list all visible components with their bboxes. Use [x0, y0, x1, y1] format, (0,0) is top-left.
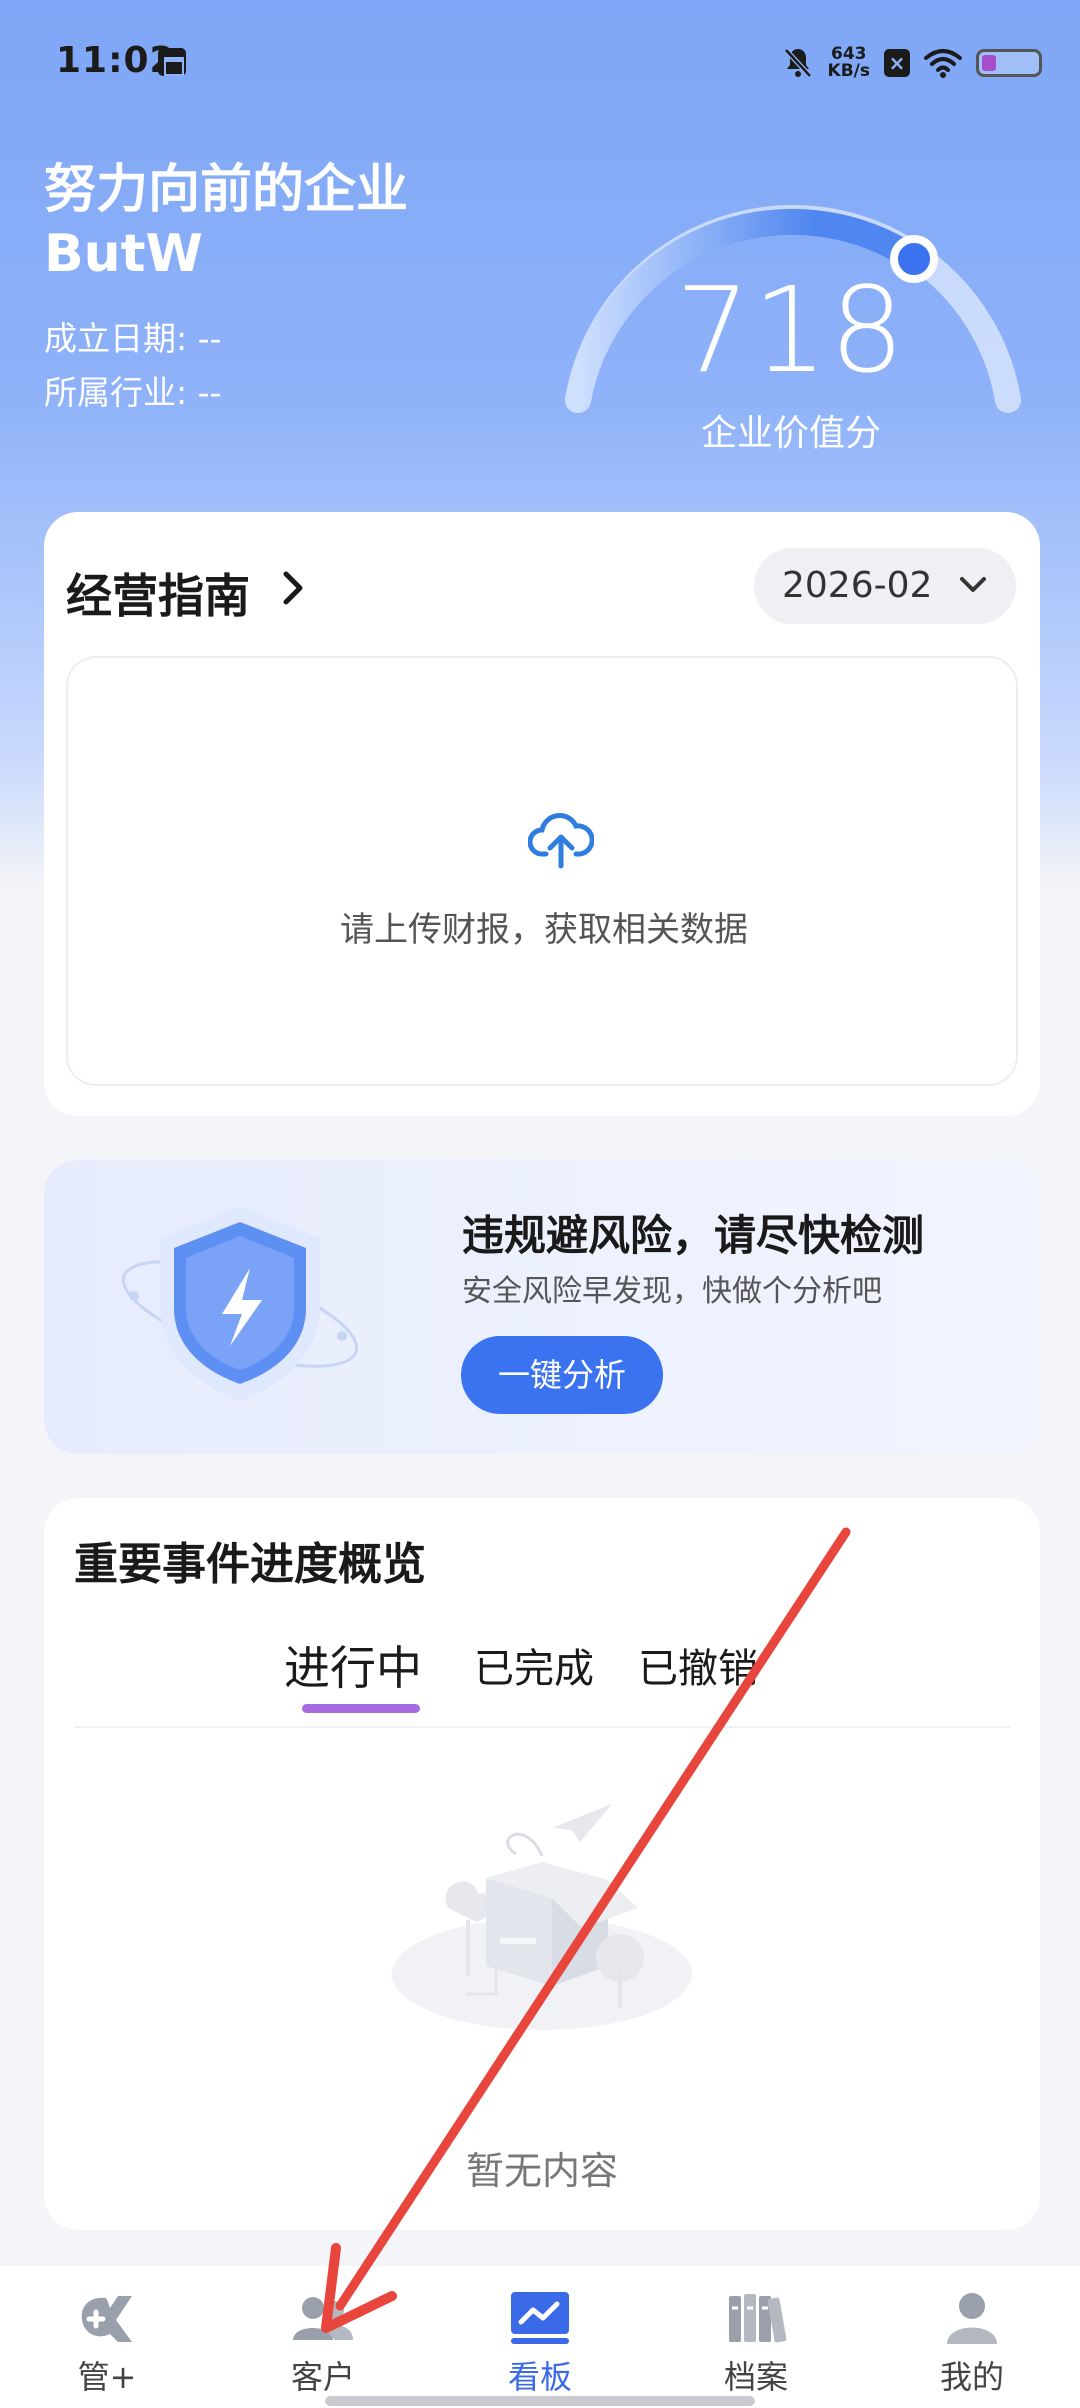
customers-icon — [293, 2297, 353, 2340]
upload-area[interactable]: 请上传财报，获取相关数据 — [66, 656, 1018, 1086]
company-name: 努力向前的企业 ButW — [44, 160, 409, 284]
founded-date: 成立日期: -- — [44, 319, 222, 358]
guide-title[interactable]: 经营指南 — [66, 560, 250, 626]
month-value: 2026-02 — [782, 565, 933, 606]
bell-muted-icon — [783, 48, 812, 78]
nav-label: 管+ — [77, 2358, 137, 2396]
business-guide-card: 经营指南 2026-02 请上传财报，获取相关数据 — [44, 512, 1040, 1116]
guan-plus-icon — [81, 2296, 132, 2342]
tab-in-progress[interactable]: 进行中 — [284, 1632, 422, 1698]
dashboard-icon — [511, 2292, 569, 2344]
events-title: 重要事件进度概览 — [74, 1539, 426, 1590]
risk-subtitle: 安全风险早发现，快做个分析吧 — [462, 1274, 882, 1309]
nav-label: 我的 — [939, 2358, 1004, 2396]
tab-completed[interactable]: 已完成 — [474, 1636, 594, 1694]
x-app-icon: × — [884, 49, 910, 77]
events-overview-card: 重要事件进度概览 进行中 已完成 已撤销 暂无内容 — [44, 1498, 1040, 2230]
bottom-navigation: 管+ 客户 看板 档案 我的 — [0, 2266, 1080, 2408]
nav-label: 档案 — [723, 2358, 788, 2396]
profile-icon — [947, 2293, 997, 2344]
empty-box-illustration — [392, 1804, 692, 2030]
net-speed: 643 KB/s — [827, 44, 870, 81]
risk-detection-card: 违规避风险，请尽快检测 安全风险早发现，快做个分析吧 一键分析 — [44, 1160, 1040, 1454]
industry: 所属行业: -- — [44, 373, 222, 412]
nav-item-customers[interactable]: 客户 — [253, 2290, 393, 2398]
archive-icon — [729, 2294, 787, 2343]
status-bar: 11:02 643 KB/s × — [0, 0, 1080, 120]
cloud-upload-icon — [528, 813, 594, 869]
tabs-divider — [74, 1726, 1010, 1728]
home-indicator[interactable] — [325, 2396, 755, 2406]
active-tab-indicator — [302, 1704, 420, 1713]
month-selector[interactable]: 2026-02 — [754, 548, 1016, 624]
nav-item-profile[interactable]: 我的 — [902, 2290, 1042, 2398]
wifi-icon — [924, 49, 962, 78]
app-notification-icon — [158, 48, 186, 76]
upload-prompt: 请上传财报，获取相关数据 — [340, 910, 748, 950]
nav-label: 客户 — [290, 2358, 355, 2396]
battery-icon — [976, 49, 1042, 77]
score-value: 718 — [675, 261, 907, 399]
analyze-button[interactable]: 一键分析 — [461, 1336, 663, 1414]
nav-item-guan-plus[interactable]: 管+ — [37, 2290, 177, 2398]
nav-item-archive[interactable]: 档案 — [686, 2290, 826, 2398]
chevron-right-icon[interactable] — [276, 568, 312, 608]
nav-item-dashboard[interactable]: 看板 — [470, 2290, 610, 2398]
chevron-down-icon — [960, 577, 986, 592]
score-label: 企业价值分 — [700, 413, 881, 454]
empty-state-text: 暂无内容 — [465, 2149, 618, 2193]
tab-revoked[interactable]: 已撤销 — [638, 1636, 758, 1694]
nav-label: 看板 — [507, 2358, 572, 2396]
shield-lightning-icon — [121, 1206, 359, 1401]
risk-title: 违规避风险，请尽快检测 — [462, 1211, 925, 1260]
